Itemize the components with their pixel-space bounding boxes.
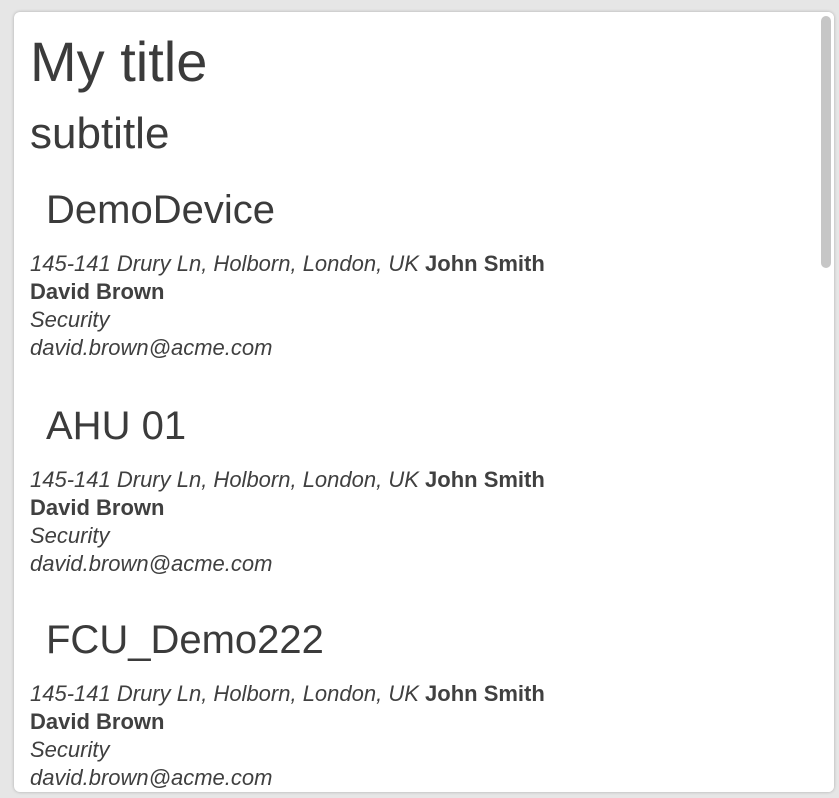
page-subtitle: subtitle [30,109,170,158]
device-contact-name: David Brown [30,495,165,520]
device-department: Security [30,523,110,548]
device-owner: John Smith [425,681,545,706]
vertical-scrollbar[interactable] [818,12,834,792]
device-contact-name: David Brown [30,709,165,734]
device-department: Security [30,307,110,332]
device-address: 145-141 Drury Ln, Holborn, London, UK [30,681,419,706]
device-owner: John Smith [425,251,545,276]
device-list-scroll-area[interactable]: My title subtitle DemoDevice 145-141 Dru… [14,12,818,792]
device-department: Security [30,737,110,762]
device-email: david.brown@acme.com [30,765,273,790]
device-email: david.brown@acme.com [30,551,273,576]
scrollbar-thumb[interactable] [821,16,831,268]
device-list-card: My title subtitle DemoDevice 145-141 Dru… [14,12,834,792]
device-email: david.brown@acme.com [30,335,273,360]
device-contact-name: David Brown [30,279,165,304]
device-address: 145-141 Drury Ln, Holborn, London, UK [30,467,419,492]
device-owner: John Smith [425,467,545,492]
device-address-line: 145-141 Drury Ln, Holborn, London, UK Jo… [30,250,545,278]
device-name: DemoDevice [46,188,275,232]
device-name: AHU 01 [46,404,187,448]
device-name: FCU_Demo222 [46,618,324,662]
page-title: My title [30,30,208,93]
device-address-line: 145-141 Drury Ln, Holborn, London, UK Jo… [30,680,545,708]
device-address: 145-141 Drury Ln, Holborn, London, UK [30,251,419,276]
device-address-line: 145-141 Drury Ln, Holborn, London, UK Jo… [30,466,545,494]
